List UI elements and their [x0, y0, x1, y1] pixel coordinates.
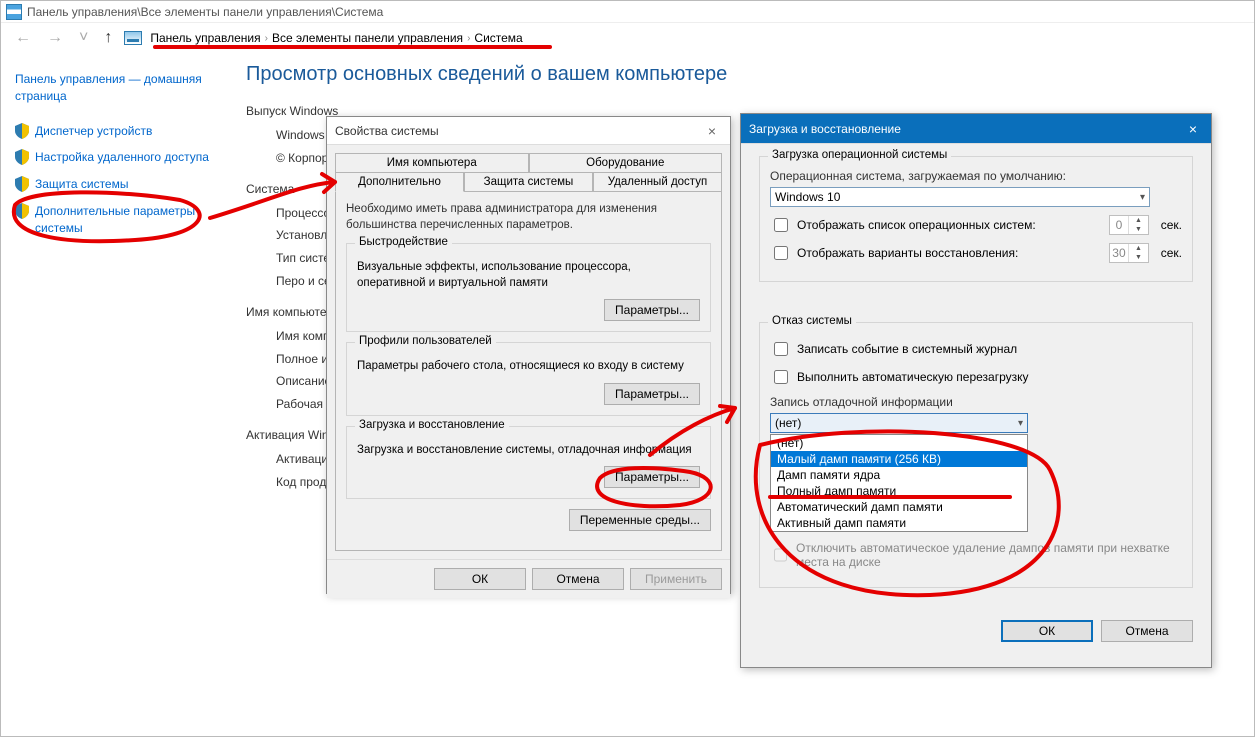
- breadcrumb-part[interactable]: Система: [474, 31, 522, 45]
- sidebar-item-label[interactable]: Дополнительные параметры системы: [35, 203, 212, 237]
- sidebar-item-label[interactable]: Защита системы: [35, 176, 128, 193]
- system-properties-dialog: Свойства системы × Имя компьютера Оборуд…: [326, 116, 731, 594]
- sidebar-item-advanced-system-settings[interactable]: Дополнительные параметры системы: [15, 203, 212, 237]
- group-title: Отказ системы: [768, 315, 856, 327]
- ok-button[interactable]: ОК: [1001, 620, 1093, 642]
- auto-restart-checkbox[interactable]: [774, 370, 788, 384]
- disable-auto-delete-label: Отключить автоматическое удаление дампов…: [796, 541, 1182, 569]
- group-desc: Визуальные эффекты, использование процес…: [357, 260, 700, 291]
- up-button[interactable]: ↑: [100, 29, 116, 47]
- dump-option[interactable]: Дамп памяти ядра: [771, 467, 1027, 483]
- write-log-checkbox[interactable]: [774, 342, 788, 356]
- sidebar-item-system-protection[interactable]: Защита системы: [15, 176, 212, 193]
- sidebar-item-label[interactable]: Диспетчер устройств: [35, 123, 152, 140]
- dump-option[interactable]: Автоматический дамп памяти: [771, 499, 1027, 515]
- monitor-icon: [124, 31, 142, 45]
- breadcrumb-part[interactable]: Все элементы панели управления: [272, 31, 463, 45]
- system-failure-group: Отказ системы Записать событие в системн…: [759, 322, 1193, 588]
- tab-system-protection[interactable]: Защита системы: [464, 172, 593, 191]
- chevron-right-icon: ›: [467, 33, 470, 44]
- control-panel-home-link[interactable]: Панель управления — домашняя страница: [15, 71, 212, 105]
- apply-button[interactable]: Применить: [630, 568, 722, 590]
- close-button[interactable]: ×: [702, 123, 722, 139]
- forward-button[interactable]: →: [43, 29, 67, 47]
- tab-advanced[interactable]: Дополнительно: [335, 172, 464, 192]
- dump-type-dropdown[interactable]: (нет) Малый дамп памяти (256 КВ) Дамп па…: [770, 434, 1028, 532]
- page-heading: Просмотр основных сведений о вашем компь…: [246, 63, 1234, 86]
- chevron-down-icon: ▾: [1140, 192, 1145, 203]
- group-desc: Загрузка и восстановление системы, отлад…: [357, 443, 700, 459]
- breadcrumb[interactable]: Панель управления › Все элементы панели …: [150, 31, 522, 45]
- tab-remote[interactable]: Удаленный доступ: [593, 172, 722, 191]
- show-os-list-checkbox[interactable]: [774, 218, 788, 232]
- back-button[interactable]: ←: [11, 29, 35, 47]
- window-title: Панель управления\Все элементы панели уп…: [27, 5, 383, 19]
- dump-option[interactable]: Активный дамп памяти: [771, 515, 1027, 531]
- write-log-label: Записать событие в системный журнал: [797, 342, 1017, 356]
- shield-icon: [15, 123, 29, 139]
- dialog-titlebar: Загрузка и восстановление ×: [741, 114, 1211, 144]
- chevron-right-icon: ›: [265, 33, 268, 44]
- ok-button[interactable]: ОК: [434, 568, 526, 590]
- dialog-title: Свойства системы: [335, 124, 439, 138]
- performance-group: Быстродействие Визуальные эффекты, испол…: [346, 243, 711, 332]
- group-title: Загрузка операционной системы: [768, 149, 951, 161]
- seconds-unit: сек.: [1161, 246, 1182, 260]
- sidebar: Панель управления — домашняя страница Ди…: [1, 53, 226, 736]
- tab-strip: Имя компьютера Оборудование Дополнительн…: [335, 153, 722, 191]
- shield-icon: [15, 149, 29, 165]
- startup-recovery-group: Загрузка и восстановление Загрузка и вос…: [346, 426, 711, 500]
- close-button[interactable]: ×: [1183, 121, 1203, 137]
- tab-hardware[interactable]: Оборудование: [529, 153, 723, 172]
- recent-dropdown[interactable]: ˅: [75, 29, 92, 47]
- address-bar: ← → ˅ ↑ Панель управления › Все элементы…: [1, 23, 1254, 53]
- show-recovery-label: Отображать варианты восстановления:: [797, 246, 1018, 260]
- show-recovery-checkbox[interactable]: [774, 246, 788, 260]
- dialog-title: Загрузка и восстановление: [749, 122, 901, 136]
- dump-option[interactable]: (нет): [771, 435, 1027, 451]
- sidebar-item-device-manager[interactable]: Диспетчер устройств: [15, 123, 212, 140]
- default-os-select[interactable]: Windows 10 ▾: [770, 187, 1150, 207]
- env-vars-button[interactable]: Переменные среды...: [569, 509, 711, 531]
- shield-icon: [15, 203, 29, 219]
- system-icon: [6, 4, 22, 20]
- tab-page-advanced: Необходимо иметь права администратора дл…: [335, 191, 722, 551]
- user-profiles-settings-button[interactable]: Параметры...: [604, 383, 700, 405]
- default-os-label: Операционная система, загружаемая по умо…: [770, 169, 1182, 183]
- cancel-button[interactable]: Отмена: [1101, 620, 1193, 642]
- auto-restart-label: Выполнить автоматическую перезагрузку: [797, 370, 1029, 384]
- dialog-titlebar: Свойства системы ×: [327, 117, 730, 145]
- sidebar-item-remote-settings[interactable]: Настройка удаленного доступа: [15, 149, 212, 166]
- admin-note: Необходимо иметь права администратора дл…: [346, 202, 711, 233]
- user-profiles-group: Профили пользователей Параметры рабочего…: [346, 342, 711, 416]
- tab-computer-name[interactable]: Имя компьютера: [335, 153, 529, 172]
- chevron-down-icon: ▾: [1018, 418, 1023, 429]
- dialog-buttons: ОК Отмена: [741, 610, 1211, 652]
- performance-settings-button[interactable]: Параметры...: [604, 299, 700, 321]
- window-titlebar: Панель управления\Все элементы панели уп…: [1, 1, 1254, 23]
- dump-info-label: Запись отладочной информации: [770, 395, 1182, 409]
- startup-recovery-settings-button[interactable]: Параметры...: [604, 466, 700, 488]
- show-os-list-label: Отображать список операционных систем:: [797, 218, 1036, 232]
- cancel-button[interactable]: Отмена: [532, 568, 624, 590]
- system-startup-group: Загрузка операционной системы Операционн…: [759, 156, 1193, 282]
- shield-icon: [15, 176, 29, 192]
- group-desc: Параметры рабочего стола, относящиеся ко…: [357, 359, 700, 375]
- dump-option[interactable]: Малый дамп памяти (256 КВ): [771, 451, 1027, 467]
- group-title: Загрузка и восстановление: [355, 419, 509, 431]
- startup-recovery-dialog: Загрузка и восстановление × Загрузка опе…: [740, 113, 1212, 668]
- recovery-seconds-spinner[interactable]: 30▲▼: [1109, 243, 1149, 263]
- dump-type-select[interactable]: (нет) ▾: [770, 413, 1028, 433]
- disable-auto-delete-checkbox: [774, 548, 787, 562]
- dump-type-value: (нет): [775, 416, 801, 430]
- default-os-value: Windows 10: [775, 190, 840, 204]
- dialog-buttons: ОК Отмена Применить: [327, 559, 730, 598]
- group-title: Быстродействие: [355, 236, 452, 248]
- group-title: Профили пользователей: [355, 335, 496, 347]
- seconds-unit: сек.: [1161, 218, 1182, 232]
- dump-option[interactable]: Полный дамп памяти: [771, 483, 1027, 499]
- sidebar-item-label[interactable]: Настройка удаленного доступа: [35, 149, 209, 166]
- os-list-seconds-spinner[interactable]: 0▲▼: [1109, 215, 1149, 235]
- breadcrumb-part[interactable]: Панель управления: [150, 31, 260, 45]
